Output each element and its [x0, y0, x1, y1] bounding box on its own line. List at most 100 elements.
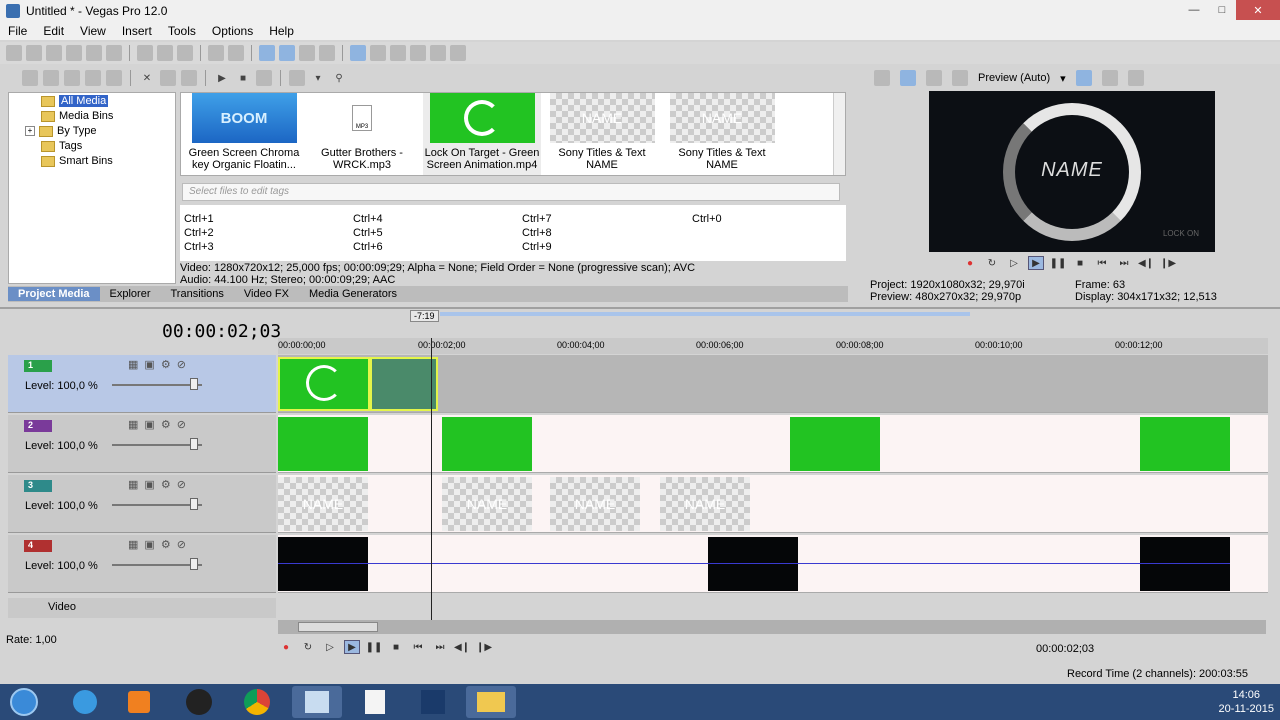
- record-icon[interactable]: ●: [278, 640, 294, 654]
- envelope-line[interactable]: [278, 563, 1230, 564]
- selection-tool-icon[interactable]: [299, 45, 315, 61]
- tree-item-all-media[interactable]: All Media: [41, 95, 109, 107]
- next-frame-icon[interactable]: ❙▶: [1160, 256, 1176, 270]
- obs-icon[interactable]: [174, 686, 224, 718]
- delete-icon[interactable]: ✕: [139, 70, 155, 86]
- menu-insert[interactable]: Insert: [114, 24, 160, 38]
- open-icon[interactable]: [26, 45, 42, 61]
- tab-project-media[interactable]: Project Media: [8, 287, 100, 301]
- title-clip[interactable]: NAME: [442, 477, 532, 531]
- copy-icon[interactable]: [157, 45, 173, 61]
- title-clip[interactable]: NAME: [278, 477, 368, 531]
- views-dropdown-icon[interactable]: ▾: [310, 70, 326, 86]
- tab-explorer[interactable]: Explorer: [100, 288, 161, 300]
- track-lane[interactable]: NAME NAME NAME NAME: [278, 475, 1268, 533]
- capture-video-icon[interactable]: [43, 70, 59, 86]
- paste-icon[interactable]: [177, 45, 193, 61]
- save-as-icon[interactable]: [66, 45, 82, 61]
- media-item[interactable]: MP3 Gutter Brothers - WRCK.mp3: [303, 93, 421, 175]
- timeline-scrollbar[interactable]: [278, 620, 1266, 634]
- tag-shortcut[interactable]: Ctrl+4: [353, 213, 383, 225]
- tree-item-media-bins[interactable]: Media Bins: [41, 110, 113, 122]
- track-header[interactable]: 2 ▦ ▣ ⚙ ⊘ Level: 100,0 %: [8, 415, 276, 473]
- loop-icon[interactable]: ↻: [300, 640, 316, 654]
- auto-preview-icon[interactable]: [256, 70, 272, 86]
- pause-icon[interactable]: ❚❚: [1050, 256, 1067, 270]
- level-slider-knob[interactable]: [190, 378, 198, 390]
- app-icon[interactable]: [408, 686, 458, 718]
- tag-shortcut[interactable]: Ctrl+7: [522, 213, 552, 225]
- stop-icon[interactable]: ■: [388, 640, 404, 654]
- level-slider[interactable]: [112, 564, 202, 566]
- video-clip[interactable]: [708, 537, 798, 591]
- new-project-icon[interactable]: [6, 45, 22, 61]
- prev-frame-icon[interactable]: ◀❙: [454, 640, 470, 654]
- play-icon[interactable]: ▶: [344, 640, 360, 654]
- title-clip[interactable]: NAME: [660, 477, 750, 531]
- go-to-end-icon[interactable]: ⏭: [432, 640, 448, 654]
- media-properties-icon[interactable]: [181, 70, 197, 86]
- tag-shortcut[interactable]: Ctrl+3: [184, 241, 214, 253]
- media-item[interactable]: NAME Sony Titles & Text NAME: [543, 93, 661, 175]
- timeline-ruler[interactable]: 00:00:00;00 00:00:02;00 00:00:04;00 00:0…: [278, 338, 1268, 354]
- playhead-cursor[interactable]: [431, 338, 432, 620]
- menu-tools[interactable]: Tools: [160, 24, 204, 38]
- menu-file[interactable]: File: [0, 24, 35, 38]
- preview-properties-icon[interactable]: [874, 70, 890, 86]
- splitter[interactable]: [0, 307, 1280, 309]
- close-button[interactable]: ✕: [1236, 0, 1280, 20]
- level-slider-knob[interactable]: [190, 498, 198, 510]
- start-button[interactable]: [2, 686, 46, 718]
- zoom-tool-icon[interactable]: [319, 45, 335, 61]
- copy-snapshot-icon[interactable]: [1101, 70, 1118, 86]
- remove-unused-icon[interactable]: [106, 70, 122, 86]
- tab-video-fx[interactable]: Video FX: [234, 288, 299, 300]
- loop-region-bar[interactable]: [440, 312, 970, 316]
- next-frame-icon[interactable]: ❙▶: [476, 640, 492, 654]
- go-to-start-icon[interactable]: ⏮: [1094, 256, 1110, 270]
- play-from-start-icon[interactable]: ▷: [322, 640, 338, 654]
- media-item[interactable]: NAME Sony Titles & Text NAME: [663, 93, 781, 175]
- video-clip[interactable]: [790, 417, 880, 471]
- tag-shortcut[interactable]: Ctrl+1: [184, 213, 214, 225]
- import-media-icon[interactable]: [22, 70, 38, 86]
- chrome-icon[interactable]: [232, 686, 282, 718]
- snapping-icon[interactable]: [350, 45, 366, 61]
- chevron-down-icon[interactable]: ▾: [1060, 72, 1066, 85]
- loop-icon[interactable]: ↻: [984, 256, 1000, 270]
- system-clock[interactable]: 14:06 20-11-2015: [1219, 688, 1274, 716]
- notepad-icon[interactable]: [350, 686, 400, 718]
- video-clip[interactable]: [278, 417, 368, 471]
- tag-shortcut[interactable]: Ctrl+5: [353, 227, 383, 239]
- tag-shortcut[interactable]: Ctrl+0: [692, 213, 722, 225]
- video-clip[interactable]: [278, 537, 368, 591]
- tags-input[interactable]: Select files to edit tags: [182, 183, 840, 201]
- search-icon[interactable]: ⚲: [331, 70, 347, 86]
- whats-this-help-icon[interactable]: [450, 45, 466, 61]
- play-preview-icon[interactable]: ▶: [214, 70, 230, 86]
- play-from-start-icon[interactable]: ▷: [1006, 256, 1022, 270]
- prev-frame-icon[interactable]: ◀❙: [1138, 256, 1154, 270]
- video-clip[interactable]: [278, 357, 370, 411]
- stop-preview-icon[interactable]: ■: [235, 70, 251, 86]
- auto-crossfade-icon[interactable]: [370, 45, 386, 61]
- tab-transitions[interactable]: Transitions: [161, 288, 234, 300]
- play-icon[interactable]: ▶: [1028, 256, 1044, 270]
- track-header[interactable]: 4 ▦ ▣ ⚙ ⊘ Level: 100,0 %: [8, 535, 276, 593]
- video-clip[interactable]: [1140, 417, 1230, 471]
- properties-icon[interactable]: [106, 45, 122, 61]
- loop-region-marker[interactable]: -7:19: [410, 310, 439, 322]
- preview-quality-dropdown[interactable]: Preview (Auto): [978, 72, 1050, 84]
- tag-shortcut[interactable]: Ctrl+9: [522, 241, 552, 253]
- tag-shortcut[interactable]: Ctrl+6: [353, 241, 383, 253]
- tree-item-tags[interactable]: Tags: [41, 140, 82, 152]
- refresh-icon[interactable]: [85, 70, 101, 86]
- title-clip[interactable]: NAME: [550, 477, 640, 531]
- track-lane[interactable]: [278, 355, 1268, 413]
- split-screen-icon[interactable]: [952, 70, 968, 86]
- redo-icon[interactable]: [228, 45, 244, 61]
- lock-envelopes-icon[interactable]: [410, 45, 426, 61]
- maximize-button[interactable]: □: [1208, 0, 1236, 20]
- scroll-thumb[interactable]: [298, 622, 378, 632]
- overlays-icon[interactable]: [1075, 70, 1092, 86]
